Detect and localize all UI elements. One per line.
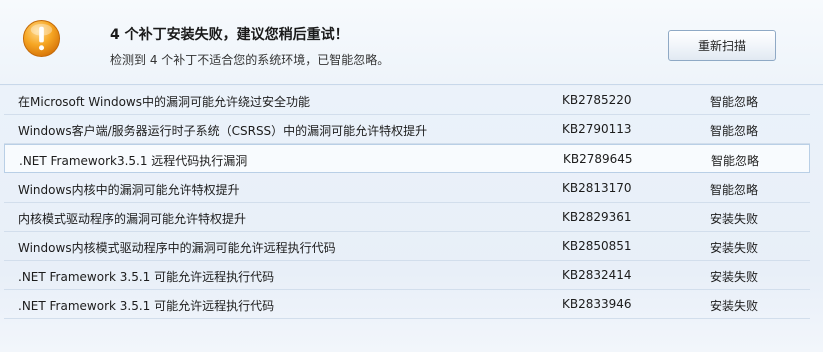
patch-status: 安装失败 [710,212,759,226]
patch-name: Windows内核中的漏洞可能允许特权提升 [18,183,240,197]
patch-status: 智能忽略 [710,95,759,109]
patch-name: 在Microsoft Windows中的漏洞可能允许绕过安全功能 [18,95,310,109]
patch-name: .NET Framework3.5.1 远程代码执行漏洞 [19,154,248,168]
patch-status: 智能忽略 [710,183,759,197]
table-row[interactable]: .NET Framework 3.5.1 可能允许远程执行代码 KB283394… [4,290,810,319]
patch-status: 安装失败 [710,270,759,284]
patch-kb: KB2785220 [562,93,632,107]
patch-status: 安装失败 [710,241,759,255]
table-row[interactable]: 在Microsoft Windows中的漏洞可能允许绕过安全功能 KB27852… [4,86,810,115]
patch-kb: KB2850851 [562,239,632,253]
patch-kb: KB2833946 [562,297,632,311]
warning-icon [22,19,61,58]
patch-status: 智能忽略 [711,154,760,168]
table-row[interactable]: .NET Framework3.5.1 远程代码执行漏洞 KB2789645 智… [4,144,810,173]
patch-list: 在Microsoft Windows中的漏洞可能允许绕过安全功能 KB27852… [0,86,823,352]
patch-name: Windows客户端/服务器运行时子系统（CSRSS）中的漏洞可能允许特权提升 [18,124,428,138]
patch-kb: KB2790113 [562,122,632,136]
table-row[interactable]: Windows内核模式驱动程序中的漏洞可能允许远程执行代码 KB2850851 … [4,232,810,261]
patch-status: 智能忽略 [710,124,759,138]
patch-kb: KB2832414 [562,268,632,282]
result-header: 4 个补丁安装失败，建议您稍后重试！ 检测到 4 个补丁不适合您的系统环境，已智… [0,0,823,85]
table-row[interactable]: Windows客户端/服务器运行时子系统（CSRSS）中的漏洞可能允许特权提升 … [4,115,810,144]
patch-name: .NET Framework 3.5.1 可能允许远程执行代码 [18,270,275,284]
rescan-button[interactable]: 重新扫描 [668,30,776,61]
table-row[interactable]: Windows内核中的漏洞可能允许特权提升 KB2813170 智能忽略 [4,174,810,203]
table-row[interactable]: 内核模式驱动程序的漏洞可能允许特权提升 KB2829361 安装失败 [4,203,810,232]
patch-name: 内核模式驱动程序的漏洞可能允许特权提升 [18,212,247,226]
patch-name: .NET Framework 3.5.1 可能允许远程执行代码 [18,299,275,313]
patch-kb: KB2829361 [562,210,632,224]
patch-status: 安装失败 [710,299,759,313]
page-title: 4 个补丁安装失败，建议您稍后重试！ [110,27,349,43]
patch-kb: KB2813170 [562,181,632,195]
page-subtitle: 检测到 4 个补丁不适合您的系统环境，已智能忽略。 [110,53,390,67]
patch-kb: KB2789645 [563,152,633,166]
patch-name: Windows内核模式驱动程序中的漏洞可能允许远程执行代码 [18,241,336,255]
table-row[interactable]: .NET Framework 3.5.1 可能允许远程执行代码 KB283241… [4,261,810,290]
